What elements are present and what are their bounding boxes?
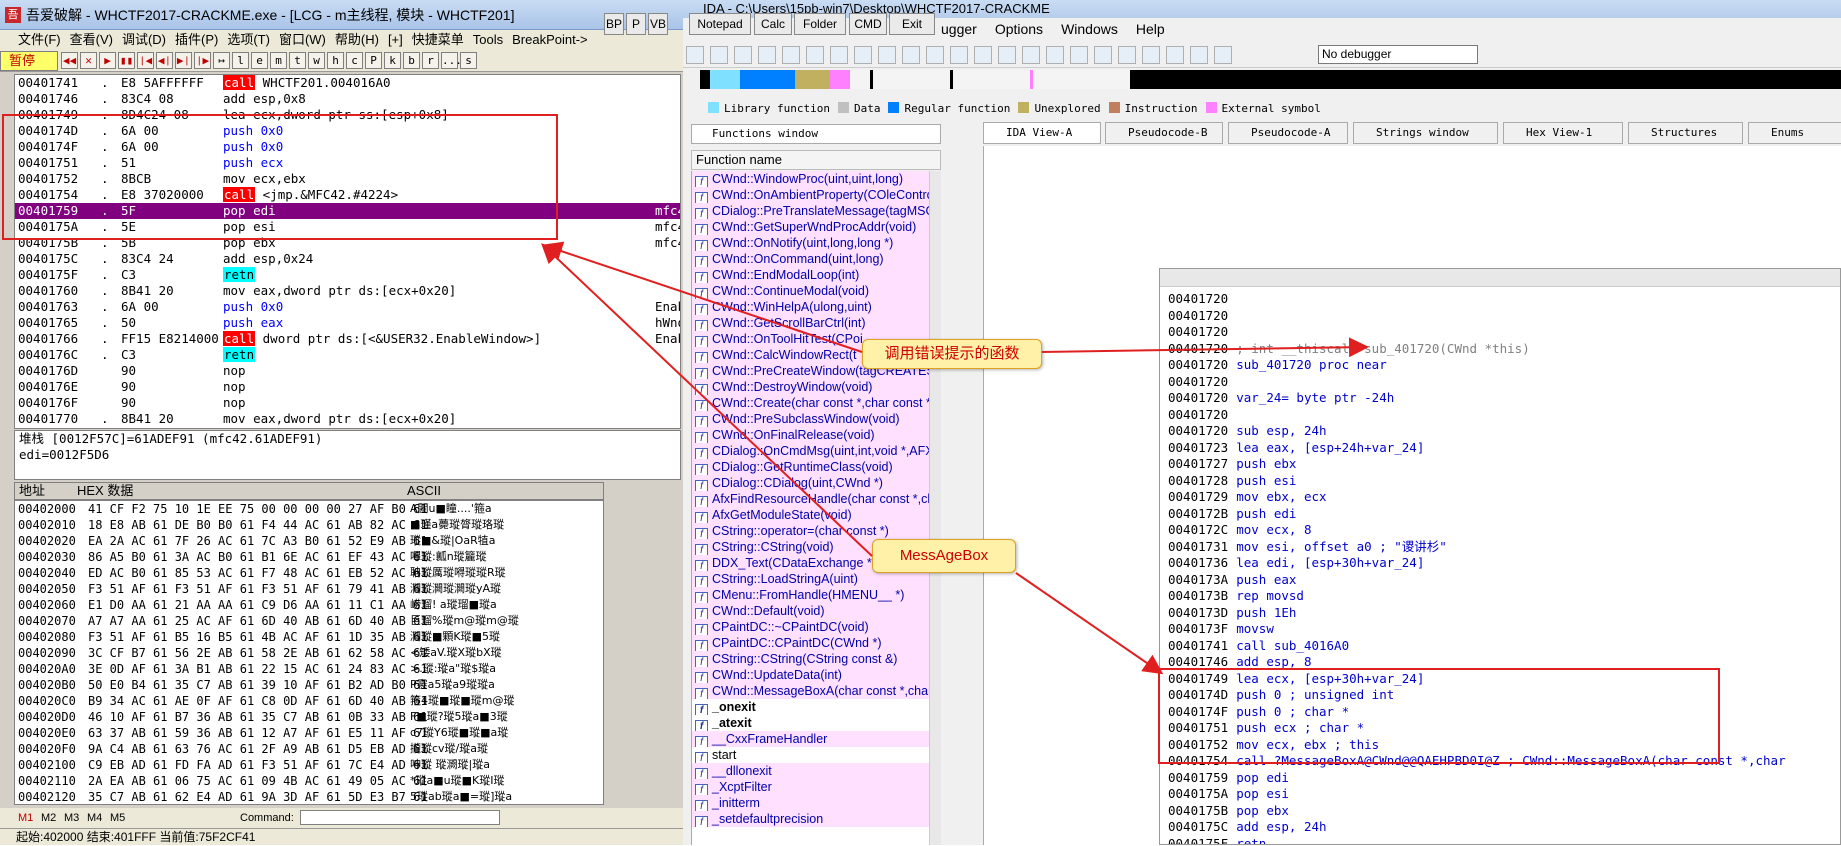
annotation-arrows: [541, 241, 1369, 675]
arrow-to-ida-function: [1041, 337, 1369, 358]
arrow-messagebox-to-olly: [541, 243, 873, 557]
arrow-to-olly-box: [542, 241, 863, 353]
arrow-messagebox-to-ida: [1015, 572, 1164, 675]
